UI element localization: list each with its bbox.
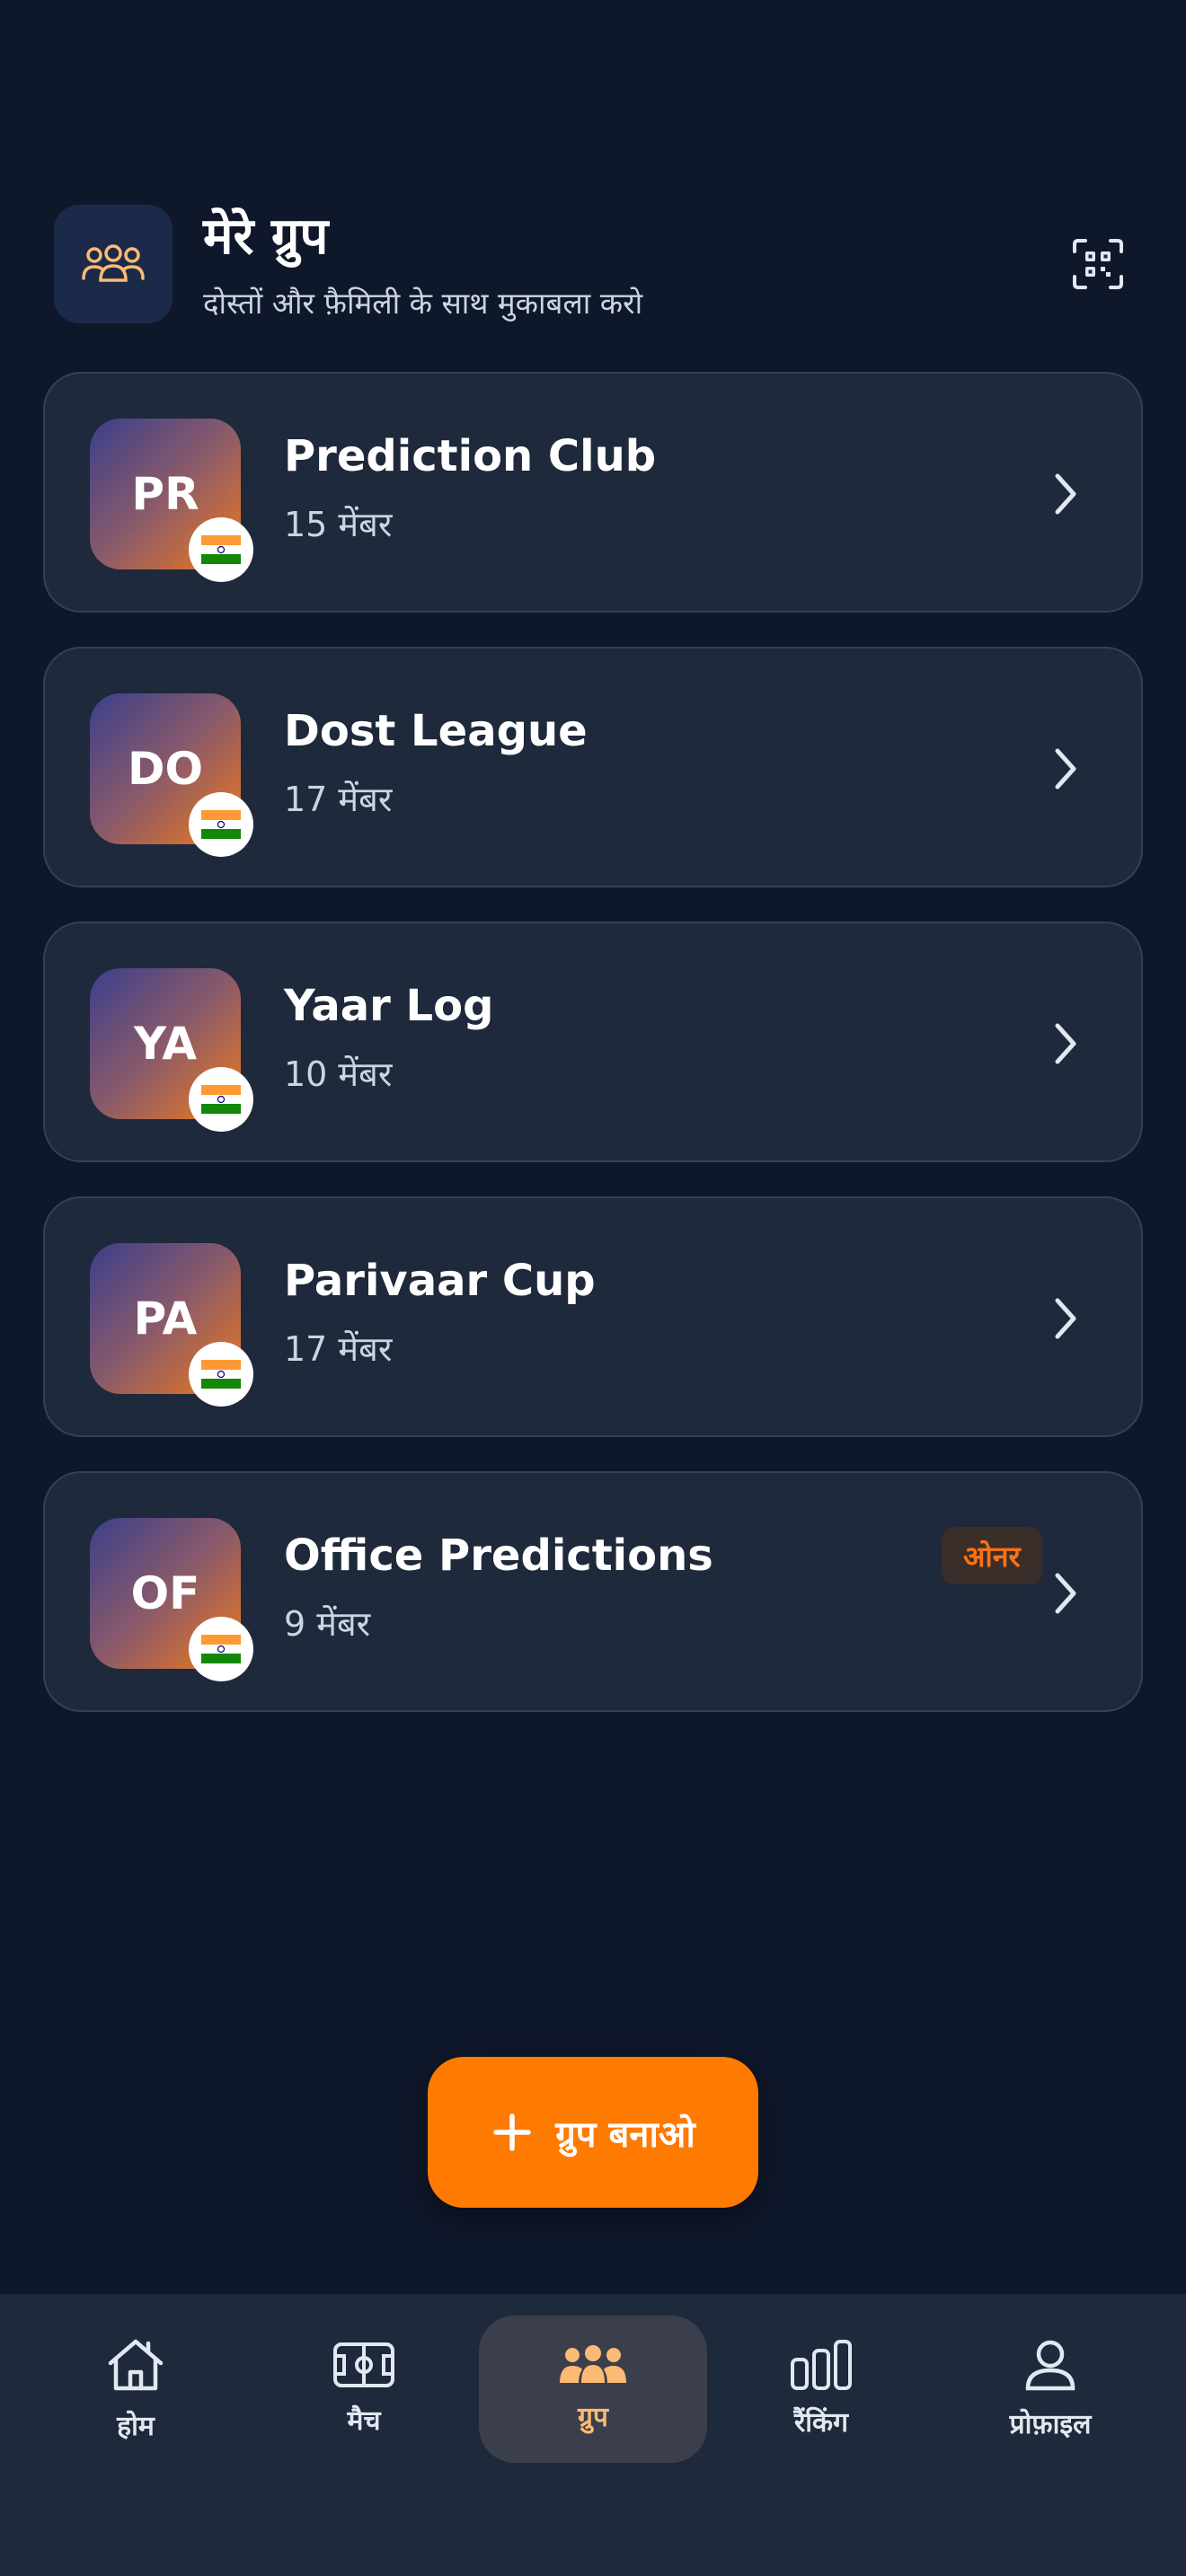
nav-item-profile[interactable]: प्रोफ़ाइल [936, 2316, 1164, 2463]
india-flag-icon [189, 792, 253, 857]
group-member-count: 17 मेंबर [284, 780, 393, 819]
group-list: PR Prediction Club 15 मेंबर DO Dost Leag… [43, 372, 1143, 1746]
nav-label: प्रोफ़ाइल [1009, 2408, 1092, 2440]
create-group-button[interactable]: ग्रुप बनाओ [428, 2057, 758, 2208]
ranking-icon [791, 2339, 852, 2390]
india-flag-icon [189, 517, 253, 582]
nav-item-groups[interactable]: ग्रुप [479, 2316, 707, 2463]
pitch-icon [333, 2342, 394, 2387]
chevron-right-icon [1039, 742, 1093, 796]
chevron-right-icon [1039, 1017, 1093, 1071]
nav-label: रैंकिंग [794, 2406, 848, 2439]
home-icon [108, 2339, 164, 2390]
groups-screen: मेरे ग्रुप दोस्तों और फ़ैमिली के साथ मुक… [0, 0, 1186, 2576]
group-name: Office Predictions [284, 1531, 713, 1581]
group-avatar: YA [90, 968, 253, 1132]
group-name: Yaar Log [284, 981, 494, 1031]
owner-badge: ओनर [942, 1527, 1042, 1584]
plus-icon [493, 2113, 531, 2151]
group-avatar: DO [90, 693, 253, 857]
nav-label: होम [117, 2410, 155, 2442]
group-icon [54, 205, 173, 323]
nav-label: ग्रुप [578, 2401, 608, 2433]
group-name: Dost League [284, 706, 588, 756]
page-subtitle: दोस्तों और फ़ैमिली के साथ मुकाबला करो [203, 286, 643, 321]
group-card-office-predictions[interactable]: OF Office Predictions 9 मेंबर ओनर [43, 1471, 1143, 1712]
chevron-right-icon [1039, 1292, 1093, 1345]
page-header: मेरे ग्रुप दोस्तों और फ़ैमिली के साथ मुक… [54, 205, 1132, 325]
group-icon [560, 2344, 626, 2383]
nav-label: मैच [347, 2404, 381, 2437]
group-card-parivaar-cup[interactable]: PA Parivaar Cup 17 मेंबर [43, 1196, 1143, 1437]
chevron-right-icon [1039, 467, 1093, 521]
group-avatar: PA [90, 1243, 253, 1407]
nav-item-home[interactable]: होम [22, 2316, 250, 2463]
india-flag-icon [189, 1342, 253, 1407]
page-title: मेरे ग्रुप [203, 207, 329, 266]
group-member-count: 9 मेंबर [284, 1604, 371, 1644]
group-member-count: 15 मेंबर [284, 505, 393, 544]
group-name: Parivaar Cup [284, 1256, 596, 1306]
profile-icon [1025, 2340, 1075, 2390]
qr-scan-button[interactable] [1064, 230, 1132, 298]
india-flag-icon [189, 1617, 253, 1681]
bottom-nav: होम मैच ग्रुप रैंकिंग प्रोफ़ाइल [0, 2294, 1186, 2576]
group-name: Prediction Club [284, 431, 657, 481]
group-card-yaar-log[interactable]: YA Yaar Log 10 मेंबर [43, 922, 1143, 1162]
create-group-label: ग्रुप बनाओ [555, 2113, 695, 2156]
group-avatar: PR [90, 419, 253, 582]
india-flag-icon [189, 1067, 253, 1132]
group-avatar: OF [90, 1518, 253, 1681]
chevron-right-icon [1039, 1566, 1093, 1620]
group-card-prediction-club[interactable]: PR Prediction Club 15 मेंबर [43, 372, 1143, 613]
qr-scan-icon [1073, 239, 1123, 289]
nav-item-matches[interactable]: मैच [250, 2316, 478, 2463]
group-member-count: 10 मेंबर [284, 1054, 393, 1094]
group-card-dost-league[interactable]: DO Dost League 17 मेंबर [43, 647, 1143, 887]
group-member-count: 17 मेंबर [284, 1329, 393, 1369]
nav-item-ranking[interactable]: रैंकिंग [707, 2316, 935, 2463]
